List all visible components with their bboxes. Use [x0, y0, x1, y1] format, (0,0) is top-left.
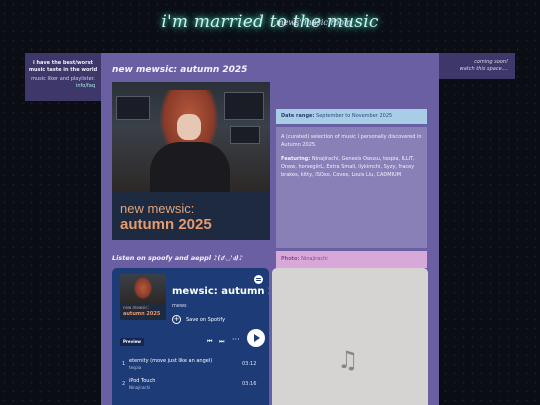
track-row[interactable]: 1 eternity (move just like an angel) tes…: [112, 357, 269, 375]
photo-credit-box: Photo: Ninajirachi: [276, 251, 427, 268]
info-faq-link[interactable]: info/faq: [25, 83, 101, 90]
art-text-2: autumn 2025: [123, 311, 161, 317]
preview-badge: Preview: [120, 338, 145, 346]
watch-space-text: watch this space....: [459, 66, 508, 72]
date-range-label: Date range:: [281, 113, 315, 119]
playlist-cover-art: new mewsic: autumn 2025: [120, 274, 166, 320]
next-track-icon[interactable]: ⏭: [219, 338, 224, 346]
photo-credit-value: Ninajirachi: [301, 256, 328, 262]
music-note-icon: ♫: [337, 346, 359, 374]
more-options-icon[interactable]: ···: [232, 335, 240, 344]
featuring-text: Featuring: Ninajirachi, Genesis Owusu, t…: [281, 155, 422, 179]
playlist-owner[interactable]: mews: [172, 303, 187, 309]
description-text: A (curated) selection of music I persona…: [281, 134, 422, 148]
playlist-title[interactable]: mewsic: autumn 2025: [172, 286, 269, 297]
track-number: 1: [122, 361, 126, 367]
post-title: new mewsic: autumn 2025: [112, 65, 248, 75]
site-header: i'm married to the music: [0, 12, 540, 32]
spotify-embed[interactable]: new mewsic: autumn 2025 mewsic: autumn 2…: [112, 268, 269, 405]
cover-text-line-2: autumn 2025: [120, 216, 212, 233]
save-on-spotify-button[interactable]: + Save on Spotify: [172, 315, 225, 324]
play-button[interactable]: [247, 329, 265, 347]
save-label: Save on Spotify: [186, 316, 226, 323]
apple-music-embed[interactable]: ♫: [272, 268, 428, 405]
art-text-1: new mewsic:: [123, 305, 149, 310]
featuring-label: Featuring:: [281, 156, 311, 162]
site-subtitle: mews' music room: [276, 18, 352, 27]
description-box: A (curated) selection of music I persona…: [276, 127, 427, 248]
photo-credit-label: Photo:: [281, 256, 300, 262]
previous-track-icon[interactable]: ⏮: [207, 338, 212, 346]
left-sidebar-box: i have the best/worst music taste in the…: [25, 53, 101, 101]
right-sidebar-box: coming soon! watch this space....: [439, 53, 515, 79]
cover-text-line-1: new mewsic:: [120, 201, 195, 216]
plus-icon: +: [172, 315, 181, 324]
track-artist: Ninajirachi: [129, 385, 151, 390]
site-title: i'm married to the music: [161, 12, 379, 32]
tagline-line-2: music taste in the world: [28, 67, 98, 73]
main-content: new mewsic: autumn 2025 new mewsic: autu…: [101, 53, 439, 405]
cover-image: new mewsic: autumn 2025: [112, 82, 270, 240]
tagline-line-1: i have the best/worst: [33, 60, 93, 66]
track-row[interactable]: 2 iPod Touch Ninajirachi 03:16: [112, 377, 269, 395]
track-number: 2: [122, 381, 126, 387]
track-artist: tespia: [129, 365, 142, 370]
track-name: eternity (move just like an angel): [129, 358, 213, 364]
listen-heading: Listen on spoofy and aeppl ♪(ง'◡'ง)♪: [112, 254, 243, 262]
track-name: iPod Touch: [129, 378, 156, 384]
track-duration: 03:16: [242, 381, 257, 387]
spotify-logo-icon[interactable]: [254, 275, 263, 284]
date-range-box: Date range: September to November 2025: [276, 109, 427, 124]
bio-text: music liker and playlister.: [31, 76, 95, 82]
date-range-value: September to November 2025: [316, 113, 393, 119]
track-duration: 03:12: [242, 361, 257, 367]
coming-soon-text: coming soon!: [474, 59, 508, 65]
cover-photo: [112, 82, 270, 192]
